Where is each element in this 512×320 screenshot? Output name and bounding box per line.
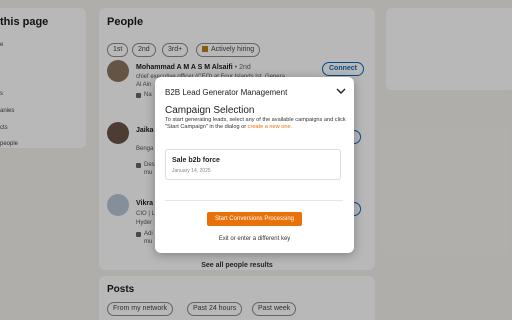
modal-header-title: B2B Lead Generator Management bbox=[165, 88, 288, 97]
lead-generator-modal: B2B Lead Generator Management Campaign S… bbox=[155, 77, 354, 253]
campaign-item[interactable]: Sale b2b force January 14, 2025 bbox=[165, 149, 341, 180]
create-campaign-link[interactable]: create a new one. bbox=[248, 124, 292, 130]
campaign-selection-title: Campaign Selection bbox=[165, 105, 255, 116]
campaign-date: January 14, 2025 bbox=[172, 168, 211, 174]
divider bbox=[165, 200, 343, 201]
campaign-instructions: To start generating leads, select any of… bbox=[165, 117, 347, 131]
chevron-down-icon[interactable] bbox=[336, 87, 346, 95]
campaign-name: Sale b2b force bbox=[172, 157, 220, 164]
start-conversions-button[interactable]: Start Conversions Processing bbox=[207, 212, 302, 226]
exit-enter-key-link[interactable]: Exit or enter a different key bbox=[155, 236, 354, 242]
